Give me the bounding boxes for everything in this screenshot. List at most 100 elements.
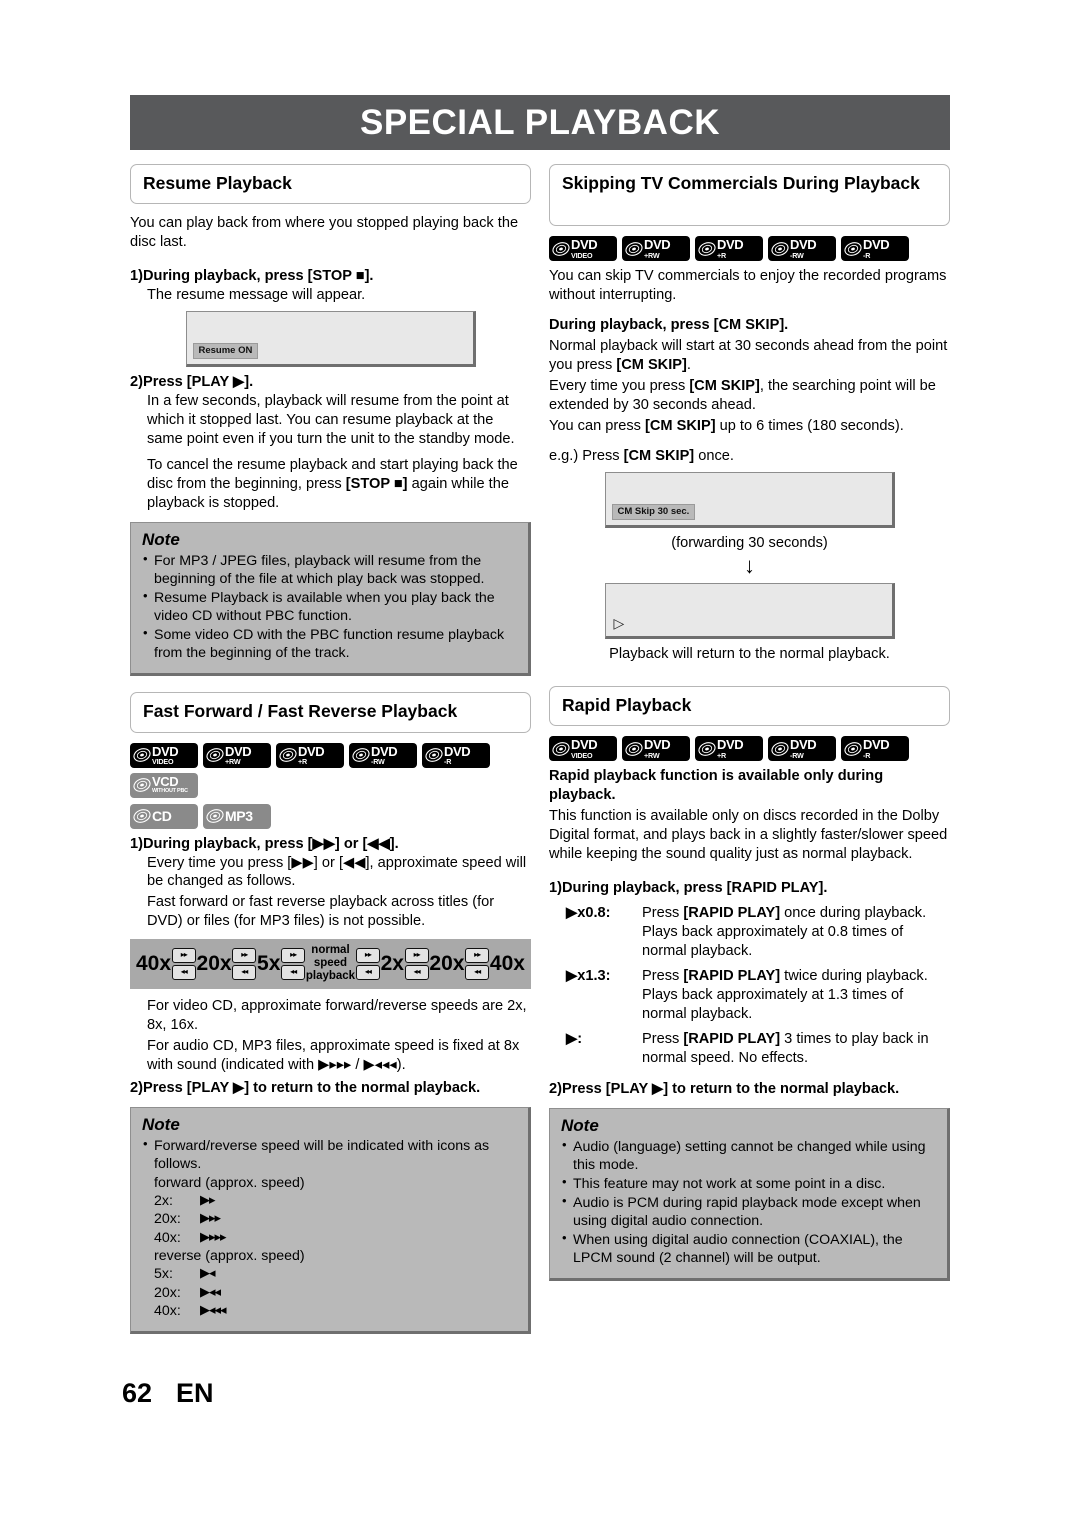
step-label: Press [PLAY ▶] to return to the normal p…: [561, 1080, 900, 1097]
rapid-intro: This function is available only on discs…: [549, 807, 948, 862]
cm-skip-para-3: You can press [CM SKIP] up to 6 times (1…: [549, 417, 950, 436]
speed-label: 20x: [429, 952, 465, 976]
rapid-speed-def: ▶x1.3: Press [RAPID PLAY] twice during p…: [566, 967, 950, 1024]
step-number: 2): [130, 374, 143, 391]
rapid-speed-def: ▶x0.8: Press [RAPID PLAY] once during pl…: [566, 904, 950, 961]
disc-label-line2: +R: [717, 750, 726, 760]
speed-button-pair: ▸▸ ◂◂: [404, 947, 429, 980]
text-fragment: e.g.) Press: [549, 447, 624, 464]
forwarding-caption: (forwarding 30 seconds): [671, 534, 828, 551]
step-number: 2): [549, 1080, 562, 1097]
cm-skip-screen-2-wrap: ▷: [549, 582, 950, 639]
fast-reverse-button-icon: ◂◂: [465, 964, 490, 980]
rapid-speed-desc: Press [RAPID PLAY] once during playback.…: [642, 904, 950, 961]
disc-icon-dvd-plus-rw: DVD +RW: [203, 742, 271, 768]
disc-icon-dvd-minus-r: DVD -R: [841, 736, 909, 761]
cm-skip-screen-1-wrap: CM Skip 30 sec.: [549, 471, 950, 528]
disc-label-line1: DVD: [444, 743, 471, 759]
note-list: Audio (language) setting cannot be chang…: [561, 1137, 936, 1267]
rapid-speed-desc: Press [RAPID PLAY] twice during playback…: [642, 967, 950, 1024]
disc-compat-row-fast-forward-2: CD MP3: [130, 803, 531, 829]
disc-icon-label: DVD +R: [717, 738, 744, 760]
disc-glyph-icon: [133, 809, 151, 823]
section-header-fast-forward: Fast Forward / Fast Reverse Playback: [130, 692, 531, 733]
speed-icon-row: 20x: ▶◂◂: [142, 1284, 517, 1302]
speed-icon-row: 40x: ▶◂◂◂: [142, 1302, 517, 1320]
disc-label-line1: VCD: [152, 774, 179, 790]
text-fragment: Every time you press: [549, 377, 690, 394]
disc-icon-label: DVD VIDEO: [571, 238, 598, 259]
disc-icon-dvd-video: DVD VIDEO: [549, 236, 617, 261]
section-title: Rapid Playback: [562, 694, 692, 715]
disc-label-line1: DVD: [152, 743, 179, 759]
note-item: When using digital audio connection (COA…: [561, 1230, 936, 1267]
disc-glyph-icon: [552, 741, 570, 756]
disc-label-line2: +RW: [644, 250, 660, 260]
rapid-speed-def: ▶: Press [RAPID PLAY] 3 times to play ba…: [566, 1030, 950, 1068]
disc-glyph-icon: [771, 241, 789, 256]
disc-icon-dvd-plus-r: DVD +R: [276, 742, 344, 768]
section-header-resume-playback: Resume Playback: [130, 164, 531, 205]
disc-label-line2: VIDEO: [571, 750, 593, 760]
note-item: For MP3 / JPEG files, playback will resu…: [142, 551, 517, 588]
disc-icon-label: DVD VIDEO: [571, 738, 598, 760]
step-label: Press [PLAY ▶].: [142, 374, 254, 391]
text-fragment: up to 6 times (180 seconds).: [715, 417, 904, 434]
section-title: Skipping TV Commercials During Playback: [562, 173, 920, 193]
ff-video-cd-text: For video CD, approximate forward/revers…: [147, 998, 527, 1033]
speed-key: 2x:: [154, 1192, 173, 1209]
disc-icon-dvd-plus-rw: DVD +RW: [622, 236, 690, 261]
disc-icon-label: DVD +RW: [644, 738, 671, 760]
disc-icon-dvd-plus-rw: DVD +RW: [622, 736, 690, 761]
fast-reverse-button-icon: ◂◂: [281, 964, 306, 980]
disc-icon-dvd-plus-r: DVD +R: [695, 736, 763, 761]
fast-forward-button-icon: ▸▸: [281, 947, 306, 963]
disc-icon-dvd-minus-rw: DVD -RW: [768, 736, 836, 761]
disc-icon-dvd-minus-rw: DVD -RW: [349, 742, 417, 768]
speed-key: 20x:: [154, 1211, 181, 1228]
disc-label-line2: +R: [717, 250, 726, 260]
disc-label-line2: +R: [298, 757, 307, 767]
section-header-cm-skip: Skipping TV Commercials During Playback: [549, 164, 950, 226]
disc-label-line1: DVD: [790, 237, 817, 253]
disc-glyph-icon: [279, 748, 297, 762]
disc-glyph-icon: [625, 741, 643, 756]
disc-label-line2: -R: [863, 750, 871, 760]
note-box-rapid-playback: Note Audio (language) setting cannot be …: [549, 1107, 950, 1281]
disc-glyph-icon: [552, 241, 570, 256]
disc-icon-dvd-video: DVD VIDEO: [549, 736, 617, 761]
normal-line-1: normal: [311, 944, 350, 957]
disc-glyph-icon: [625, 241, 643, 256]
disc-icon-label: DVD -RW: [790, 738, 817, 760]
disc-glyph-icon: [425, 748, 443, 762]
note-title: Note: [142, 1114, 180, 1134]
note-list: Forward/reverse speed will be indicated …: [142, 1136, 517, 1173]
page-title: SPECIAL PLAYBACK: [359, 102, 721, 142]
osd-resume-on: Resume ON: [192, 343, 259, 360]
ff-audio-cd-text: For audio CD, MP3 files, approximate spe…: [147, 1037, 520, 1073]
disc-glyph-icon: [352, 748, 370, 762]
note-item: Audio is PCM during rapid playback mode …: [561, 1193, 936, 1230]
key-label-cm-skip: [CM SKIP]: [689, 377, 760, 394]
key-label-rapid-play: [RAPID PLAY]: [683, 904, 781, 921]
disc-icon-cd: CD: [130, 803, 198, 829]
cm-skip-closing: Playback will return to the normal playb…: [609, 645, 890, 662]
disc-compat-row-cm-skip: DVD VIDEO DVD +RW DVD +R DVD -RW DVD -R: [549, 236, 950, 261]
speed-icon-row: 20x: ▶▸▸: [142, 1210, 517, 1228]
manual-page: SPECIAL PLAYBACK Resume Playback You can…: [130, 95, 950, 1334]
disc-glyph-icon: [206, 748, 224, 762]
resume-screen-mock: Resume ON: [185, 311, 476, 368]
note-list: For MP3 / JPEG files, playback will resu…: [142, 551, 517, 662]
fast-forward-button-icon: ▸▸: [355, 947, 380, 963]
page-banner: SPECIAL PLAYBACK: [130, 95, 950, 150]
disc-label-line2: +RW: [644, 750, 660, 760]
fast-reverse-button-icon: ◂◂: [355, 964, 380, 980]
disc-icon-label: DVD -R: [444, 743, 471, 766]
disc-label-line2: -RW: [790, 750, 804, 760]
step-number: 1): [130, 268, 143, 285]
speed-icon-row: 2x: ▶▸: [142, 1192, 517, 1210]
resume-step-1: 1) During playback, press [STOP ■].: [130, 267, 531, 286]
right-column: Skipping TV Commercials During Playback …: [549, 164, 950, 1334]
note-item: Forward/reverse speed will be indicated …: [142, 1136, 517, 1173]
fast-forward-button-icon: ▸▸: [171, 947, 196, 963]
